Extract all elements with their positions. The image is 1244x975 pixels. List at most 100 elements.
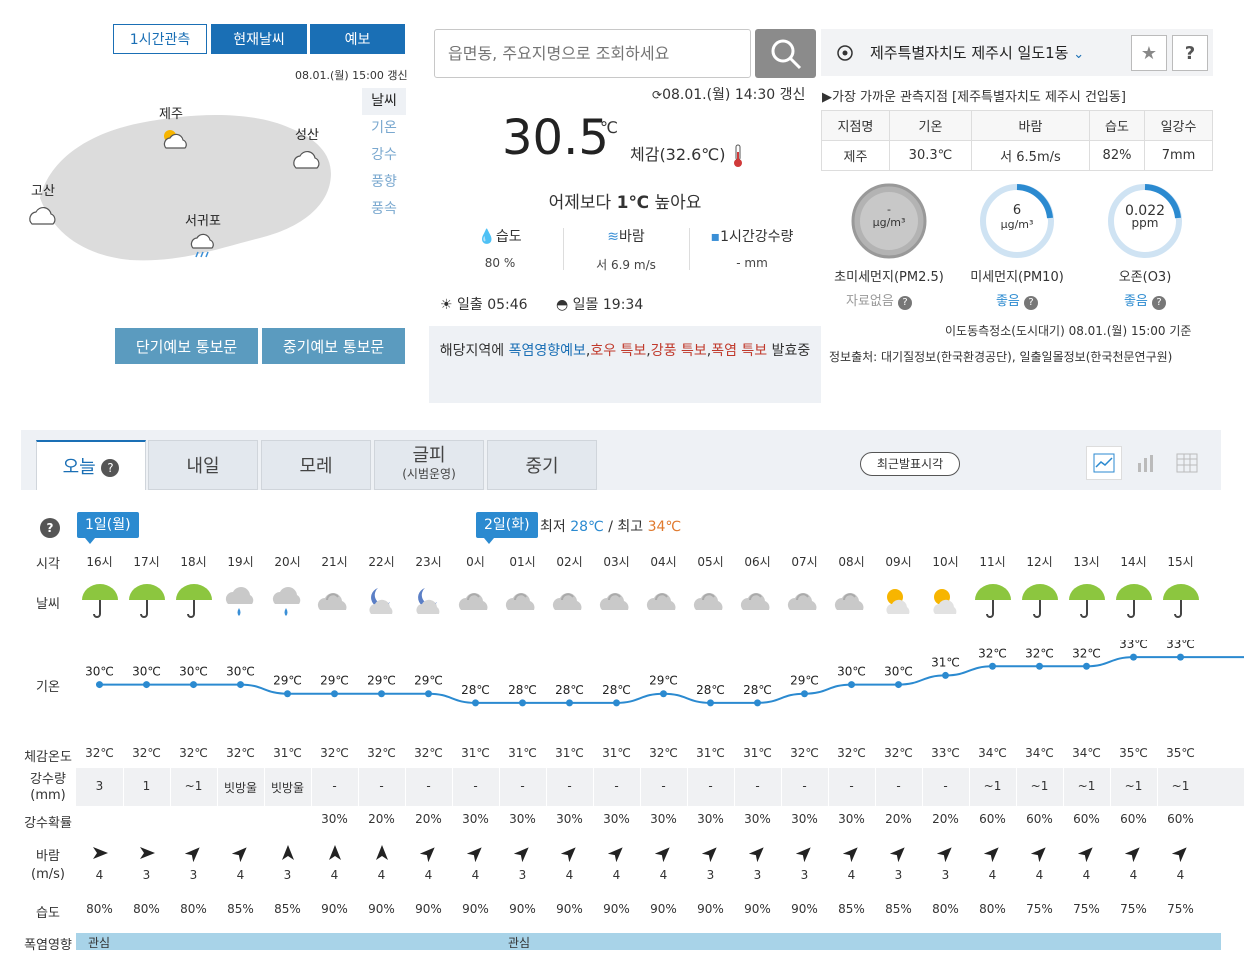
cloud-icon[interactable]: [828, 582, 875, 625]
cloud-icon[interactable]: [499, 582, 546, 625]
temp-point: [190, 681, 197, 689]
umbrella-icon[interactable]: [170, 582, 217, 625]
grid-line: [311, 768, 312, 834]
cloud-icon[interactable]: [781, 582, 828, 625]
sunrise: ☀ 일출 05:46: [440, 297, 528, 313]
moon-cloud-icon[interactable]: [405, 582, 452, 625]
current-updated: ⟳08.01.(월) 14:30 갱신: [652, 87, 806, 103]
obs-header: 일강수: [1144, 110, 1213, 141]
rain-cloud-icon[interactable]: [188, 230, 220, 260]
location-name[interactable]: 제주특별자치도 제주시 일도1동 ⌄: [870, 42, 1084, 63]
umbrella-icon[interactable]: [969, 582, 1016, 625]
cloud-icon[interactable]: [546, 582, 593, 625]
temp-label: 29℃: [790, 674, 819, 688]
tab-current-weather[interactable]: 현재날씨: [211, 24, 307, 54]
humid-cell: 80%: [133, 902, 160, 916]
umbrella-icon[interactable]: [1016, 582, 1063, 625]
wind-speed-cell: 4: [1129, 868, 1138, 882]
sun-cloud-icon[interactable]: [922, 582, 969, 625]
droplet-icon: 💧: [478, 229, 496, 245]
bar-chart-view-icon[interactable]: [1128, 446, 1164, 480]
wind-arrow-icon: [875, 844, 922, 865]
tab-mid-term[interactable]: 중기: [487, 440, 597, 490]
tab-tomorrow[interactable]: 내일: [148, 440, 258, 490]
obs-cell: 7mm: [1144, 140, 1213, 171]
moon-cloud-icon[interactable]: [358, 582, 405, 625]
wind-arrow-icon: [593, 844, 640, 865]
wind-arrow-icon: [217, 844, 264, 865]
short-forecast-bulletin-button[interactable]: 단기예보 통보문: [115, 328, 258, 364]
grid-line: [217, 768, 218, 834]
temp-point: [848, 681, 855, 689]
umbrella-icon[interactable]: [1063, 582, 1110, 625]
warning-link[interactable]: 호우 특보: [590, 343, 646, 359]
cloud-icon[interactable]: [311, 582, 358, 625]
row-label-humid: 습도: [36, 906, 60, 921]
cloud-icon[interactable]: [290, 146, 324, 172]
map-option-rain[interactable]: 강수: [362, 142, 406, 169]
temp-label: 33℃: [1166, 640, 1195, 651]
mid-forecast-bulletin-button[interactable]: 중기예보 통보문: [262, 328, 405, 364]
temp-label: 33℃: [1119, 640, 1148, 651]
tab-today[interactable]: 오늘 ?: [36, 440, 146, 490]
tab-day-after[interactable]: 모레: [261, 440, 371, 490]
crosshair-icon[interactable]: [836, 44, 854, 62]
hour-label: 19시: [227, 555, 254, 569]
search-input[interactable]: [434, 29, 751, 78]
help-icon[interactable]: ?: [40, 518, 60, 538]
warning-link[interactable]: 폭염영향예보: [509, 343, 586, 359]
temp-point: [1177, 653, 1184, 661]
help-icon[interactable]: ?: [1152, 296, 1167, 310]
humid-cell: 80%: [979, 902, 1006, 916]
line-chart-view-icon[interactable]: [1086, 446, 1122, 480]
temp-point: [989, 662, 996, 670]
wind-speed-cell: 3: [941, 868, 950, 882]
cloud-icon[interactable]: [734, 582, 781, 625]
map-option-wind-dir[interactable]: 풍향: [362, 169, 406, 196]
hour-label: 14시: [1120, 555, 1147, 569]
search-button[interactable]: [755, 29, 816, 78]
rain-cloud-icon[interactable]: [264, 582, 311, 625]
tab-hourly-observation[interactable]: 1시간관측: [113, 24, 207, 54]
tab-day-3[interactable]: 글피 (시범운영): [374, 440, 484, 490]
map-option-wind-speed[interactable]: 풍속: [362, 196, 406, 223]
rain-cell: 3: [95, 779, 104, 793]
grid-line: [969, 768, 970, 834]
cloud-icon[interactable]: [640, 582, 687, 625]
help-icon[interactable]: ?: [897, 296, 912, 310]
hour-label: 02시: [556, 555, 583, 569]
rain-cloud-icon[interactable]: [217, 582, 264, 625]
sun-cloud-icon[interactable]: [158, 126, 190, 152]
cloud-icon[interactable]: [593, 582, 640, 625]
sun-cloud-icon[interactable]: [875, 582, 922, 625]
cloud-icon[interactable]: [452, 582, 499, 625]
umbrella-icon[interactable]: [1157, 582, 1204, 625]
warning-link[interactable]: 폭염 특보: [711, 343, 767, 359]
map-option-temp[interactable]: 기온: [362, 115, 406, 142]
help-button[interactable]: ?: [1172, 35, 1208, 71]
umbrella-icon[interactable]: [123, 582, 170, 625]
temp-label: 30℃: [837, 665, 866, 679]
favorite-button[interactable]: ★: [1131, 35, 1167, 71]
umbrella-icon[interactable]: [1110, 582, 1157, 625]
chevron-down-icon: ⌄: [1073, 47, 1085, 62]
cloud-icon[interactable]: [26, 202, 60, 228]
table-view-icon[interactable]: [1169, 446, 1205, 480]
help-icon[interactable]: ?: [101, 459, 120, 477]
refresh-icon[interactable]: ⟳: [652, 88, 662, 102]
warning-link[interactable]: 강풍 특보: [651, 343, 707, 359]
wind-speed-cell: 4: [659, 868, 668, 882]
search-icon: [771, 39, 801, 69]
feels-cell: 32℃: [132, 746, 161, 760]
prob-cell: 30%: [650, 812, 677, 826]
prob-cell: 30%: [603, 812, 630, 826]
recent-release-button[interactable]: 최근발표시각: [860, 452, 960, 476]
cloud-icon[interactable]: [687, 582, 734, 625]
umbrella-icon[interactable]: [76, 582, 123, 625]
obs-header: 기온: [888, 110, 972, 141]
tab-forecast[interactable]: 예보: [310, 24, 405, 54]
grid-line: [734, 768, 735, 834]
rain-cell: -: [849, 779, 854, 793]
help-icon[interactable]: ?: [1024, 296, 1039, 310]
map-option-weather[interactable]: 날씨: [362, 88, 406, 115]
